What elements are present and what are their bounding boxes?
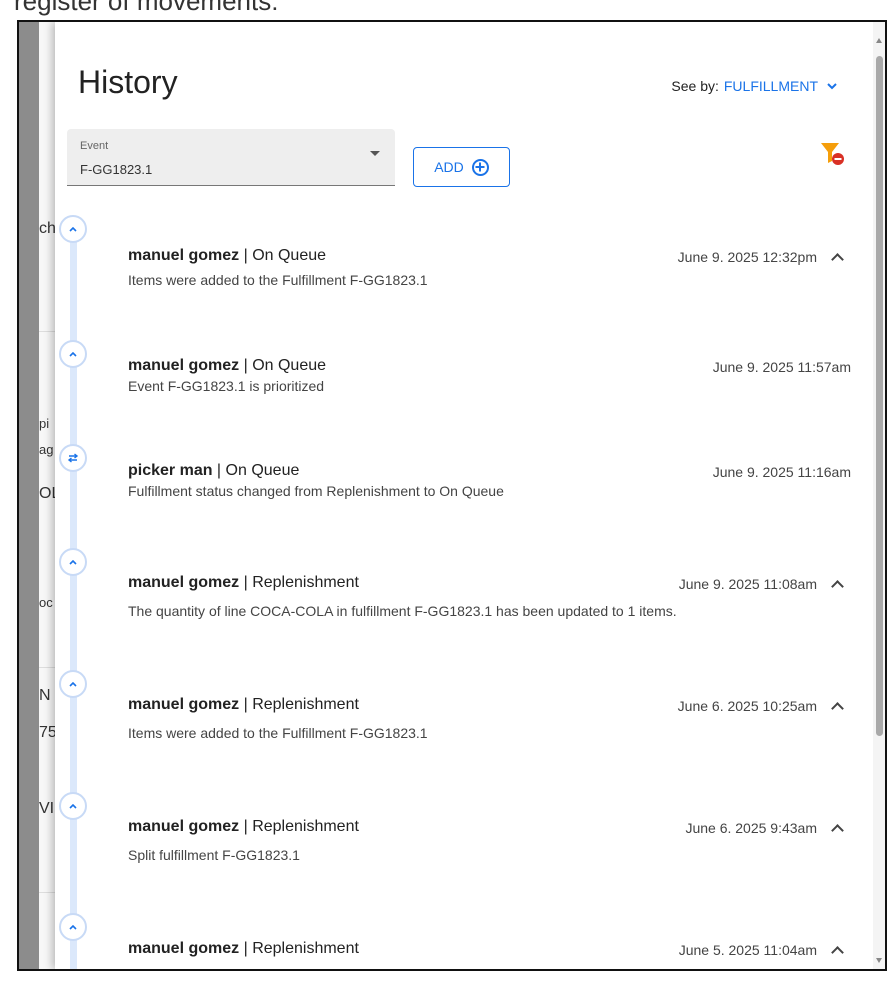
- add-circle-icon: [471, 158, 489, 176]
- entry-description: Split fulfillment F-GG1823.1: [128, 847, 300, 863]
- history-entry: manuel gomez | Replenishment Items were …: [128, 696, 845, 741]
- event-select-value[interactable]: F-GG1823.1: [80, 162, 152, 177]
- timeline-line: [70, 227, 77, 969]
- event-select[interactable]: Event F-GG1823.1: [67, 129, 395, 186]
- history-entry: manuel gomez | On Queue Event F-GG1823.1…: [128, 357, 851, 394]
- history-dialog: History See by: FULFILLMENT Event F-GG18…: [55, 22, 885, 969]
- background-divider: [39, 892, 55, 893]
- collapse-chevron-icon[interactable]: [831, 252, 844, 266]
- collapse-chevron-icon[interactable]: [831, 945, 844, 959]
- timeline-chevron-up-icon[interactable]: [59, 548, 87, 576]
- event-select-label: Event: [80, 140, 109, 152]
- entry-timestamp-row: June 6. 2025 10:25am: [677, 698, 845, 715]
- background-text-fragment: VIN: [39, 800, 55, 817]
- page-caption: register of movements:: [14, 0, 279, 16]
- entry-timestamp-row: June 9. 2025 11:16am: [713, 464, 851, 480]
- see-by-value[interactable]: FULFILLMENT: [724, 78, 818, 94]
- add-button[interactable]: ADD: [413, 147, 510, 187]
- background-text-fragment: pi: [39, 416, 50, 431]
- history-entry: picker man | On Queue Fulfillment status…: [128, 462, 851, 499]
- background-text-fragment: 75: [39, 724, 55, 741]
- timeline-chevron-up-icon[interactable]: [59, 215, 87, 243]
- entry-description: Items were added to the Fulfillment F-GG…: [128, 272, 428, 288]
- background-divider: [39, 667, 55, 668]
- collapse-chevron-icon[interactable]: [831, 701, 844, 715]
- background-text-fragment: OL: [39, 485, 55, 502]
- entry-description: Fulfillment status changed from Replenis…: [128, 483, 504, 499]
- entry-user: manuel gomez: [128, 574, 240, 591]
- screenshot-frame: ch pi ag OL oc N 75 VIN History See by: …: [17, 20, 887, 971]
- entry-user: manuel gomez: [128, 247, 240, 264]
- entry-user: manuel gomez: [128, 940, 240, 957]
- entry-status: Replenishment: [252, 940, 359, 957]
- entry-user: manuel gomez: [128, 818, 240, 835]
- timeline-chevron-up-icon[interactable]: [59, 340, 87, 368]
- entry-status: Replenishment: [252, 574, 359, 591]
- scrollbar-thumb[interactable]: [876, 56, 883, 736]
- entry-description: The quantity of line COCA-COLA in fulfil…: [128, 603, 677, 619]
- history-entry: manuel gomez | Replenishment June 5. 202…: [128, 940, 845, 959]
- caret-down-icon[interactable]: [370, 151, 380, 156]
- entry-user: picker man: [128, 462, 213, 479]
- see-by-label: See by:: [671, 78, 719, 94]
- scroll-up-arrow-icon[interactable]: [876, 38, 882, 43]
- timeline-chevron-up-icon[interactable]: [59, 913, 87, 941]
- history-entry: manuel gomez | On Queue Items were added…: [128, 247, 845, 288]
- entry-status: On Queue: [252, 357, 327, 374]
- vertical-scrollbar[interactable]: [873, 22, 885, 969]
- timeline-chevron-up-icon[interactable]: [59, 670, 87, 698]
- entry-timestamp-row: June 9. 2025 11:08am: [678, 576, 845, 593]
- background-text-fragment: oc: [39, 595, 53, 610]
- entry-description: Event F-GG1823.1 is prioritized: [128, 378, 325, 394]
- add-button-label: ADD: [434, 159, 464, 175]
- entry-timestamp-row: June 5. 2025 11:04am: [678, 942, 845, 959]
- timeline-chevron-up-icon[interactable]: [59, 792, 87, 820]
- collapse-chevron-icon[interactable]: [831, 579, 844, 593]
- timeline-swap-arrows-icon[interactable]: [59, 444, 87, 472]
- history-entry: manuel gomez | Replenishment The quantit…: [128, 574, 845, 619]
- entry-timestamp: June 6. 2025 9:43am: [685, 820, 817, 836]
- entry-user: manuel gomez: [128, 357, 240, 374]
- entry-timestamp: June 9. 2025 12:32pm: [677, 249, 817, 265]
- background-text-fragment: ag: [39, 442, 54, 457]
- entry-user: manuel gomez: [128, 696, 240, 713]
- entry-timestamp: June 6. 2025 10:25am: [677, 698, 817, 714]
- entry-timestamp: June 5. 2025 11:04am: [678, 942, 817, 958]
- entry-timestamp-row: June 9. 2025 12:32pm: [677, 249, 845, 266]
- entry-status: Replenishment: [252, 696, 359, 713]
- entry-status: On Queue: [225, 462, 300, 479]
- entry-timestamp-row: June 6. 2025 9:43am: [685, 820, 845, 837]
- entry-timestamp: June 9. 2025 11:08am: [678, 576, 817, 592]
- background-text-fragment: ch: [39, 220, 55, 237]
- background-text-fragment: N: [39, 687, 51, 704]
- background-page: ch pi ag OL oc N 75 VIN: [19, 22, 55, 969]
- page-title: History: [78, 64, 178, 100]
- entry-timestamp: June 9. 2025 11:16am: [712, 464, 851, 480]
- filter-clear-icon[interactable]: [819, 140, 845, 166]
- history-entry: manuel gomez | Replenishment Split fulfi…: [128, 818, 845, 863]
- entry-status: Replenishment: [252, 818, 359, 835]
- background-overlay: [19, 22, 39, 969]
- entry-timestamp: June 9. 2025 11:57am: [712, 359, 851, 375]
- collapse-chevron-icon[interactable]: [831, 823, 844, 837]
- entry-timestamp-row: June 9. 2025 11:57am: [713, 359, 851, 375]
- scroll-down-arrow-icon[interactable]: [876, 958, 882, 963]
- background-divider: [39, 331, 55, 332]
- chevron-down-icon[interactable]: [827, 79, 837, 93]
- see-by-selector[interactable]: See by: FULFILLMENT: [671, 78, 837, 94]
- entry-status: On Queue: [252, 247, 327, 264]
- entry-description: Items were added to the Fulfillment F-GG…: [128, 725, 428, 741]
